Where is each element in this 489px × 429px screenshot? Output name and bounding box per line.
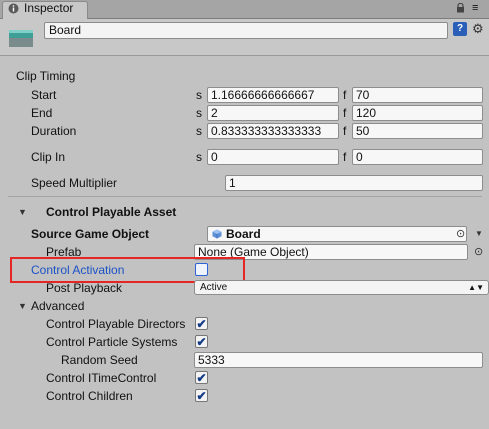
random-seed-field[interactable]: 5333 xyxy=(194,352,483,368)
control-children-label: Control Children xyxy=(46,389,133,403)
checkmark-icon: ✔ xyxy=(196,335,207,349)
control-itimecontrol-checkbox[interactable]: ✔ xyxy=(195,371,208,384)
start-frames-field[interactable]: 70 xyxy=(352,87,483,103)
control-playable-directors-checkbox[interactable]: ✔ xyxy=(195,317,208,330)
foldout-expanded-icon[interactable]: ▼ xyxy=(18,205,27,219)
advanced-foldout-icon[interactable]: ▼ xyxy=(18,299,27,313)
control-particle-systems-label: Control Particle Systems xyxy=(46,335,178,349)
duration-label: Duration xyxy=(31,124,77,138)
end-label: End xyxy=(31,106,53,120)
help-book-icon[interactable]: ? xyxy=(453,22,467,36)
object-name-field[interactable]: Board xyxy=(44,22,448,39)
lock-icon[interactable] xyxy=(456,3,465,13)
end-seconds-field[interactable]: 2 xyxy=(207,105,339,121)
control-particle-systems-checkbox[interactable]: ✔ xyxy=(195,335,208,348)
control-itimecontrol-label: Control ITimeControl xyxy=(46,371,157,385)
clip-in-label: Clip In xyxy=(31,150,66,164)
source-game-object-label: Source Game Object xyxy=(31,227,150,241)
menu-icon[interactable]: ≡ xyxy=(472,3,478,14)
tab-title: Inspector xyxy=(24,1,74,15)
random-seed-label: Random Seed xyxy=(61,353,138,367)
object-picker-icon[interactable]: ⊙ xyxy=(474,246,483,258)
gear-icon[interactable]: ⚙ xyxy=(472,22,484,36)
control-children-checkbox[interactable]: ✔ xyxy=(195,389,208,402)
clip-in-frames-unit: f xyxy=(343,150,347,164)
dropdown-arrows-icon: ▲▼ xyxy=(468,283,484,292)
cube-icon xyxy=(212,229,222,239)
start-frames-unit: f xyxy=(343,88,347,102)
speed-multiplier-label: Speed Multiplier xyxy=(31,176,118,190)
source-game-object-value: Board xyxy=(226,227,261,241)
duration-frames-unit: f xyxy=(343,124,347,138)
section-divider xyxy=(8,196,482,197)
clip-in-seconds-field[interactable]: 0 xyxy=(207,149,339,165)
control-playable-asset-title[interactable]: Control Playable Asset xyxy=(46,205,176,219)
checkmark-icon: ✔ xyxy=(196,389,207,403)
checkmark-icon: ✔ xyxy=(196,371,207,385)
post-playback-dropdown[interactable]: Active ▲▼ xyxy=(194,280,489,295)
clip-in-frames-field[interactable]: 0 xyxy=(352,149,483,165)
duration-seconds-field[interactable]: 0.833333333333333 xyxy=(207,123,339,139)
checkmark-icon: ✔ xyxy=(196,317,207,331)
post-playback-value: Active xyxy=(200,282,228,293)
duration-frames-field[interactable]: 50 xyxy=(352,123,483,139)
start-seconds-field[interactable]: 1.16666666666667 xyxy=(207,87,339,103)
object-picker-icon[interactable]: ⊙ xyxy=(456,228,465,240)
advanced-title[interactable]: Advanced xyxy=(31,299,84,313)
clip-timing-title: Clip Timing xyxy=(16,69,76,83)
source-game-object-field[interactable]: Board xyxy=(207,226,467,242)
info-icon xyxy=(8,3,19,14)
end-seconds-unit: s xyxy=(196,106,202,120)
control-playable-directors-label: Control Playable Directors xyxy=(46,317,186,331)
start-seconds-unit: s xyxy=(196,88,202,102)
dropdown-arrow-icon[interactable]: ▼ xyxy=(475,228,483,240)
clip-in-seconds-unit: s xyxy=(196,150,202,164)
game-object-icon xyxy=(9,30,33,47)
end-frames-field[interactable]: 120 xyxy=(352,105,483,121)
post-playback-label: Post Playback xyxy=(46,281,123,295)
start-label: Start xyxy=(31,88,57,102)
end-frames-unit: f xyxy=(343,106,347,120)
speed-multiplier-field[interactable]: 1 xyxy=(225,175,483,191)
duration-seconds-unit: s xyxy=(196,124,202,138)
